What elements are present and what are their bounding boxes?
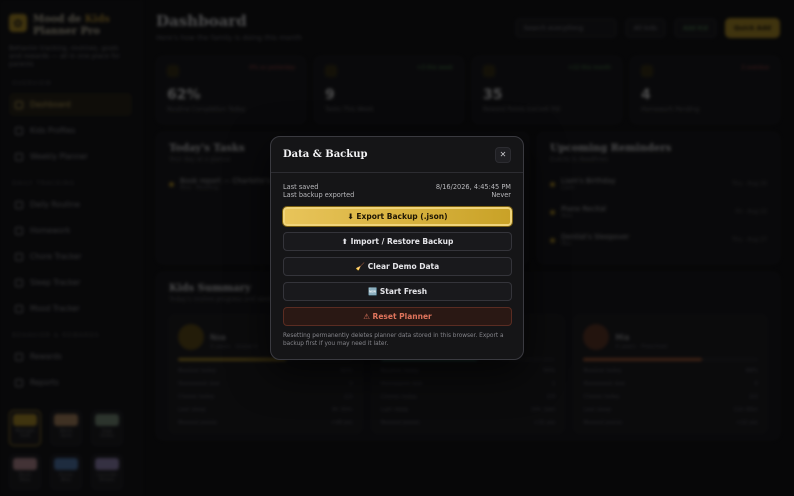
close-button[interactable]: ✕	[495, 146, 511, 163]
reset-planner-button[interactable]: ⚠ Reset Planner	[283, 307, 512, 326]
last-backup-value: Never	[491, 191, 511, 199]
export-backup-button[interactable]: ⬇ Export Backup (.json)	[283, 207, 512, 226]
clear-demo-data-button[interactable]: 🧹 Clear Demo Data	[283, 257, 512, 276]
last-saved-label: Last saved	[283, 183, 319, 191]
modal-header: Data & Backup ✕	[271, 137, 523, 173]
last-backup-label: Last backup exported	[283, 191, 355, 199]
reset-warning-text: Resetting permanently deletes planner da…	[283, 333, 504, 347]
import-restore-button[interactable]: ⬆ Import / Restore Backup	[283, 232, 512, 251]
start-fresh-button[interactable]: 🆕 Start Fresh	[283, 282, 512, 301]
modal-title: Data & Backup	[283, 149, 368, 160]
backup-meta: Last saved Last backup exported 8/16/202…	[283, 183, 511, 199]
data-backup-modal: Data & Backup ✕ Last saved Last backup e…	[270, 136, 524, 360]
close-icon: ✕	[499, 150, 507, 159]
modal-body: Last saved Last backup exported 8/16/202…	[271, 173, 523, 358]
last-saved-value: 8/16/2026, 4:45:45 PM	[435, 183, 511, 191]
